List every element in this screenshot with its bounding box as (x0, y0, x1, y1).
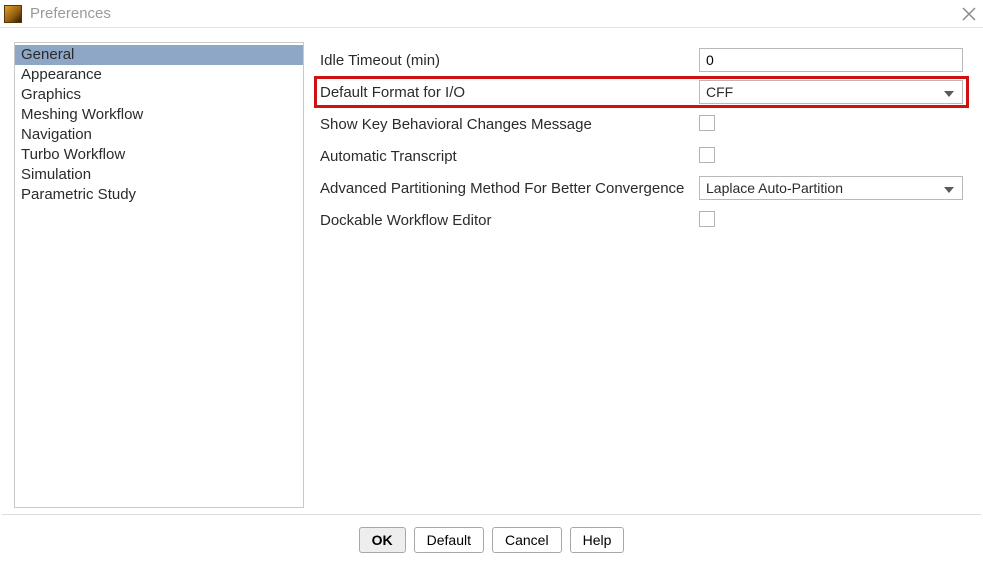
help-button[interactable]: Help (570, 527, 625, 553)
label-default-format: Default Format for I/O (314, 84, 699, 101)
cancel-button[interactable]: Cancel (492, 527, 562, 553)
select-value: Laplace Auto-Partition (706, 180, 944, 196)
chevron-down-icon (944, 180, 954, 196)
label-advanced-partition: Advanced Partitioning Method For Better … (314, 180, 699, 197)
label-dockable-workflow: Dockable Workflow Editor (314, 212, 699, 229)
ok-button[interactable]: OK (359, 527, 406, 553)
sidebar-item-label: Turbo Workflow (21, 146, 125, 163)
sidebar-item-label: Navigation (21, 126, 92, 143)
close-button[interactable] (961, 6, 977, 22)
default-button[interactable]: Default (414, 527, 484, 553)
button-bar: OK Default Cancel Help (0, 515, 983, 565)
label-auto-transcript: Automatic Transcript (314, 148, 699, 165)
label-key-behavioral: Show Key Behavioral Changes Message (314, 116, 699, 133)
sidebar-item-simulation[interactable]: Simulation (15, 165, 303, 185)
sidebar-item-label: Graphics (21, 86, 81, 103)
row-idle-timeout: Idle Timeout (min) (314, 44, 969, 76)
app-icon (4, 5, 22, 23)
row-dockable-workflow: Dockable Workflow Editor (314, 204, 969, 236)
chevron-down-icon (944, 84, 954, 100)
checkbox-auto-transcript[interactable] (699, 147, 715, 163)
sidebar-item-graphics[interactable]: Graphics (15, 85, 303, 105)
close-icon (961, 6, 977, 22)
sidebar-item-label: Parametric Study (21, 186, 136, 203)
row-key-behavioral: Show Key Behavioral Changes Message (314, 108, 969, 140)
settings-form: Idle Timeout (min) Default Format for I/… (314, 42, 969, 508)
sidebar-item-label: General (21, 46, 74, 63)
sidebar-item-meshing-workflow[interactable]: Meshing Workflow (15, 105, 303, 125)
select-advanced-partition[interactable]: Laplace Auto-Partition (699, 176, 963, 200)
row-advanced-partition: Advanced Partitioning Method For Better … (314, 172, 969, 204)
sidebar-item-parametric-study[interactable]: Parametric Study (15, 185, 303, 205)
category-sidebar: General Appearance Graphics Meshing Work… (14, 42, 304, 508)
checkbox-dockable-workflow[interactable] (699, 211, 715, 227)
input-idle-timeout[interactable] (699, 48, 963, 72)
window-title: Preferences (30, 5, 111, 22)
sidebar-item-label: Appearance (21, 66, 102, 83)
sidebar-item-turbo-workflow[interactable]: Turbo Workflow (15, 145, 303, 165)
checkbox-key-behavioral[interactable] (699, 115, 715, 131)
sidebar-item-navigation[interactable]: Navigation (15, 125, 303, 145)
label-idle-timeout: Idle Timeout (min) (314, 52, 699, 69)
sidebar-item-label: Simulation (21, 166, 91, 183)
titlebar: Preferences (0, 0, 983, 28)
sidebar-item-label: Meshing Workflow (21, 106, 143, 123)
row-default-format: Default Format for I/O CFF (314, 76, 969, 108)
select-value: CFF (706, 84, 944, 100)
sidebar-item-general[interactable]: General (15, 45, 303, 65)
select-default-format[interactable]: CFF (699, 80, 963, 104)
row-auto-transcript: Automatic Transcript (314, 140, 969, 172)
sidebar-item-appearance[interactable]: Appearance (15, 65, 303, 85)
